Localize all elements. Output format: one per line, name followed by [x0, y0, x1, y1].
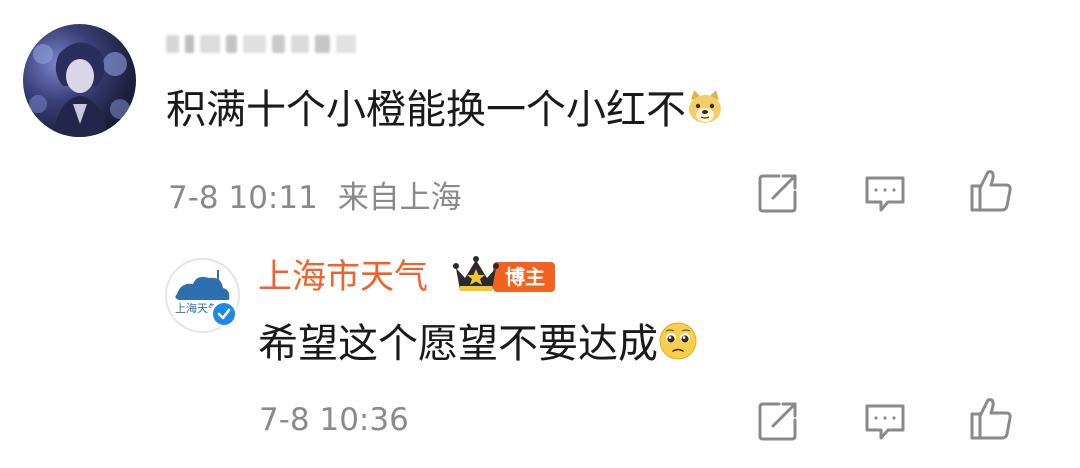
- comment-meta: 7-8 10:11 来自上海: [168, 172, 462, 217]
- comment-time: 7-8 10:11: [168, 180, 318, 216]
- badge-label: 博主: [493, 262, 555, 292]
- reply-time: 7-8 10:36: [259, 402, 409, 438]
- thumbs-up-icon[interactable]: [968, 394, 1014, 440]
- comment-location: 来自上海: [337, 180, 462, 216]
- share-icon[interactable]: [755, 398, 801, 444]
- comment-body: 积满十个小橙能换一个小红不: [166, 87, 686, 133]
- reply-text: 希望这个愿望不要达成: [258, 320, 698, 372]
- thumbs-up-icon[interactable]: [968, 166, 1014, 212]
- reply-username[interactable]: 上海市天气: [258, 256, 428, 298]
- doge-emoji-icon: [686, 88, 724, 137]
- reply-meta: 7-8 10:36: [259, 402, 409, 438]
- comment-icon[interactable]: [862, 398, 908, 444]
- blogger-badge: 博主: [453, 256, 555, 298]
- avatar[interactable]: [23, 24, 136, 137]
- share-icon[interactable]: [755, 170, 801, 216]
- username-obscured[interactable]: [166, 30, 356, 58]
- pleading-face-emoji-icon: [658, 321, 698, 372]
- comment-text: 积满十个小橙能换一个小红不: [166, 86, 724, 137]
- comment-icon[interactable]: [862, 170, 908, 216]
- verified-icon: [210, 300, 238, 328]
- crown-icon: [453, 256, 499, 298]
- reply-body: 希望这个愿望不要达成: [258, 321, 658, 367]
